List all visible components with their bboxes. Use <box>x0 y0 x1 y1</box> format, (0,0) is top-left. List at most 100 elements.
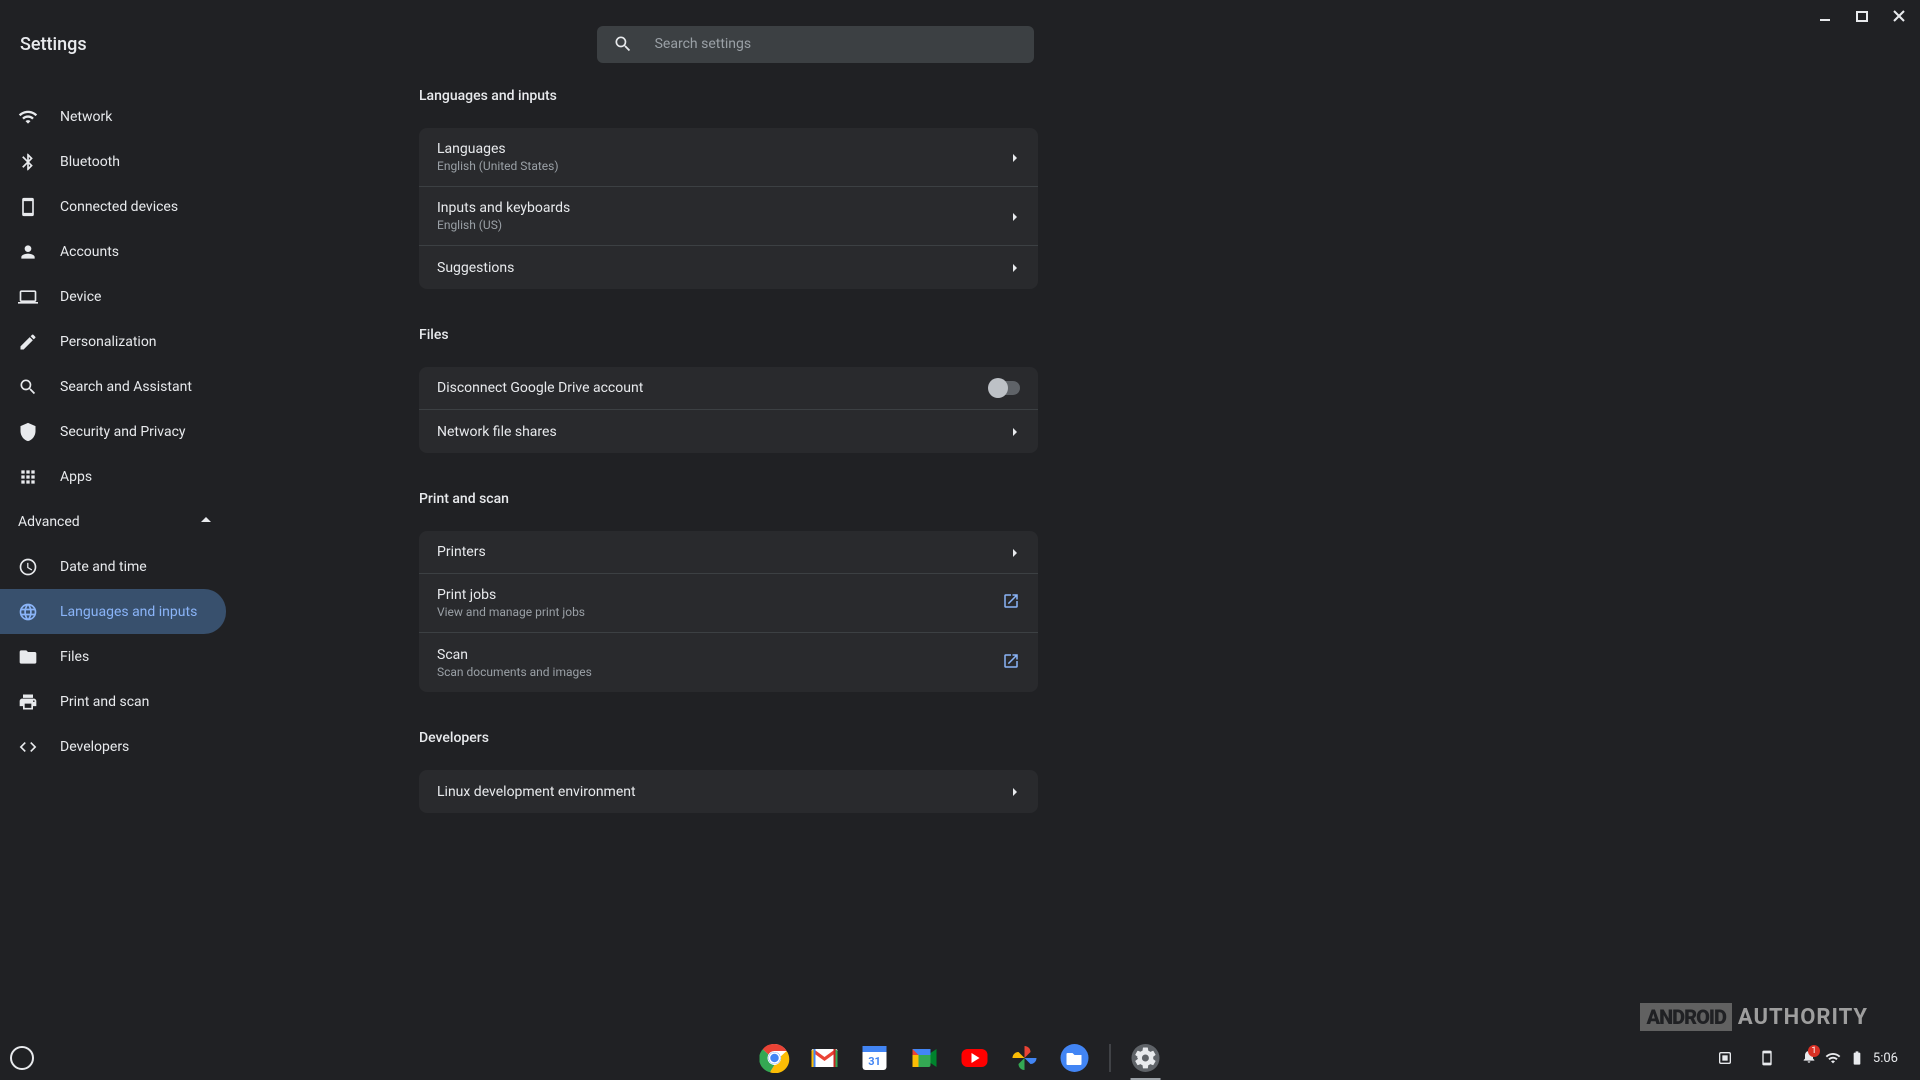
sidebar-item-search-assistant[interactable]: Search and Assistant <box>0 364 226 409</box>
search-icon <box>18 377 38 397</box>
card-print-scan: Printers Print jobs View and manage prin… <box>419 531 1038 692</box>
shelf-app-files[interactable] <box>1060 1043 1090 1073</box>
sidebar-item-network[interactable]: Network <box>0 94 226 139</box>
external-link-icon <box>1002 592 1020 614</box>
tray-everything-button[interactable] <box>1709 1045 1741 1071</box>
printer-icon <box>18 692 38 712</box>
row-linux-dev-env[interactable]: Linux development environment <box>419 770 1038 813</box>
sidebar-item-label: Accounts <box>60 244 119 260</box>
shelf-app-photos[interactable] <box>1010 1043 1040 1073</box>
row-suggestions[interactable]: Suggestions <box>419 246 1038 289</box>
shelf-app-settings[interactable] <box>1131 1043 1161 1073</box>
sidebar-item-label: Languages and inputs <box>60 604 197 620</box>
sidebar-item-label: Print and scan <box>60 694 149 710</box>
system-tray: 1 5:06 <box>1709 1045 1906 1071</box>
minimize-icon[interactable] <box>1818 8 1832 27</box>
row-title: Print jobs <box>437 587 585 603</box>
sidebar-item-device[interactable]: Device <box>0 274 226 319</box>
watermark-badge: ANDROID <box>1640 1003 1731 1031</box>
close-icon[interactable] <box>1892 8 1906 27</box>
sidebar-item-label: Apps <box>60 469 92 485</box>
sidebar-item-files[interactable]: Files <box>0 634 226 679</box>
sidebar-item-print-scan[interactable]: Print and scan <box>0 679 226 724</box>
sidebar-item-label: Personalization <box>60 334 157 350</box>
sidebar-item-connected-devices[interactable]: Connected devices <box>0 184 226 229</box>
card-languages-inputs: Languages English (United States) Inputs… <box>419 128 1038 289</box>
sidebar-item-label: Search and Assistant <box>60 379 192 395</box>
row-print-jobs[interactable]: Print jobs View and manage print jobs <box>419 574 1038 633</box>
sidebar-item-languages-inputs[interactable]: Languages and inputs <box>0 589 226 634</box>
sidebar-item-label: Developers <box>60 739 129 755</box>
row-title: Languages <box>437 141 559 157</box>
search-input[interactable] <box>655 36 1018 52</box>
sidebar-item-developers[interactable]: Developers <box>0 724 226 769</box>
clock-time: 5:06 <box>1873 1051 1898 1066</box>
row-title: Disconnect Google Drive account <box>437 380 643 396</box>
shelf-divider <box>1110 1044 1111 1072</box>
shelf-app-gmail[interactable] <box>810 1043 840 1073</box>
chevron-right-icon <box>1010 543 1020 562</box>
sidebar-section-advanced[interactable]: Advanced <box>0 499 226 544</box>
shelf-app-youtube[interactable] <box>960 1043 990 1073</box>
sidebar-item-label: Connected devices <box>60 199 178 215</box>
sidebar-item-personalization[interactable]: Personalization <box>0 319 226 364</box>
external-link-icon <box>1002 652 1020 674</box>
phone-icon <box>18 197 38 217</box>
laptop-icon <box>18 287 38 307</box>
clock-icon <box>18 557 38 577</box>
section-title-print-scan: Print and scan <box>419 491 1880 507</box>
row-subtitle: View and manage print jobs <box>437 605 585 619</box>
shelf-app-meet[interactable] <box>910 1043 940 1073</box>
row-title: Suggestions <box>437 260 514 276</box>
apps-icon <box>18 467 38 487</box>
shelf-apps: 31 <box>760 1043 1161 1073</box>
shelf-app-calendar[interactable]: 31 <box>860 1043 890 1073</box>
row-network-file-shares[interactable]: Network file shares <box>419 410 1038 453</box>
tray-status-area[interactable]: 1 5:06 <box>1793 1045 1906 1071</box>
chevron-right-icon <box>1010 148 1020 167</box>
folder-icon <box>18 647 38 667</box>
search-input-wrapper[interactable] <box>597 26 1034 63</box>
shelf: 31 1 5:06 <box>0 1036 1920 1080</box>
card-developers: Linux development environment <box>419 770 1038 813</box>
sidebar-section-label: Advanced <box>18 514 80 530</box>
chevron-up-icon <box>200 514 212 530</box>
row-scan[interactable]: Scan Scan documents and images <box>419 633 1038 692</box>
battery-icon <box>1849 1050 1865 1066</box>
section-title-languages-inputs: Languages and inputs <box>419 88 1880 104</box>
row-inputs-keyboards[interactable]: Inputs and keyboards English (US) <box>419 187 1038 246</box>
row-title: Scan <box>437 647 592 663</box>
sidebar-item-label: Files <box>60 649 89 665</box>
row-languages[interactable]: Languages English (United States) <box>419 128 1038 187</box>
wifi-status-icon <box>1825 1050 1841 1066</box>
row-title: Linux development environment <box>437 784 636 800</box>
notification-badge: 1 <box>1808 1045 1820 1057</box>
person-icon <box>18 242 38 262</box>
pencil-icon <box>18 332 38 352</box>
wifi-icon <box>18 107 38 127</box>
header: Settings <box>0 0 1920 88</box>
sidebar-item-apps[interactable]: Apps <box>0 454 226 499</box>
section-title-developers: Developers <box>419 730 1880 746</box>
row-title: Network file shares <box>437 424 557 440</box>
launcher-button[interactable] <box>10 1046 34 1070</box>
sidebar-item-accounts[interactable]: Accounts <box>0 229 226 274</box>
sidebar-item-label: Security and Privacy <box>60 424 186 440</box>
shield-icon <box>18 422 38 442</box>
shelf-app-chrome[interactable] <box>760 1043 790 1073</box>
sidebar-item-date-time[interactable]: Date and time <box>0 544 226 589</box>
maximize-icon[interactable] <box>1855 8 1869 27</box>
row-printers[interactable]: Printers <box>419 531 1038 574</box>
window-controls <box>1804 0 1920 35</box>
sidebar-item-label: Date and time <box>60 559 147 575</box>
sidebar-item-bluetooth[interactable]: Bluetooth <box>0 139 226 184</box>
chevron-right-icon <box>1010 207 1020 226</box>
row-title: Inputs and keyboards <box>437 200 570 216</box>
toggle-disconnect-drive[interactable] <box>990 381 1020 395</box>
notification-icon: 1 <box>1801 1048 1817 1068</box>
sidebar-item-security-privacy[interactable]: Security and Privacy <box>0 409 226 454</box>
row-subtitle: English (United States) <box>437 159 559 173</box>
tray-phone-hub[interactable] <box>1751 1045 1783 1071</box>
row-disconnect-drive[interactable]: Disconnect Google Drive account <box>419 367 1038 410</box>
row-subtitle: English (US) <box>437 218 570 232</box>
